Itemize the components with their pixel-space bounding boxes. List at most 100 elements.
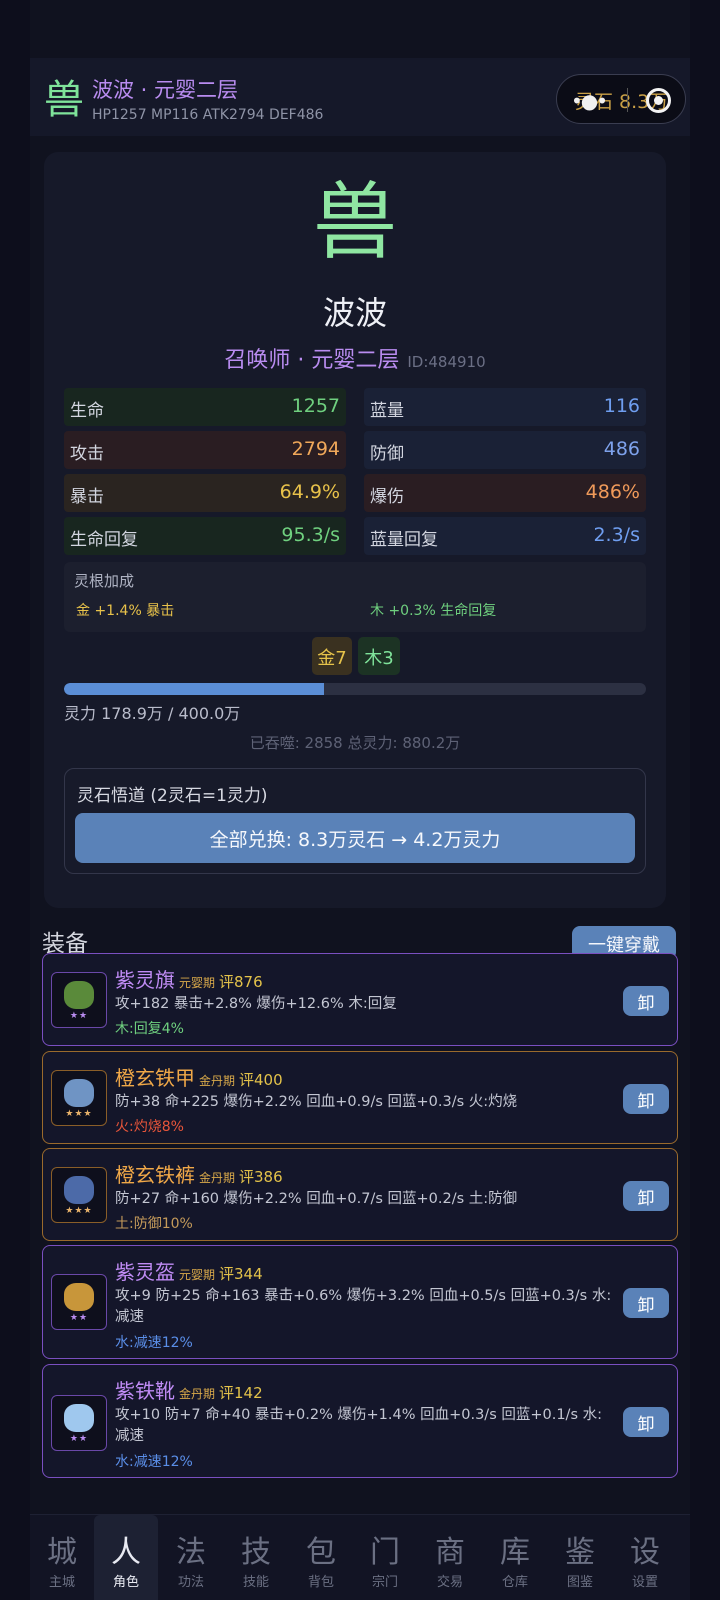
stat-label: 蓝量回复 — [370, 530, 438, 550]
nav-item-character[interactable]: 人 角色 — [94, 1515, 158, 1600]
equipment-score: 评400 — [239, 1071, 283, 1089]
flag-icon — [64, 981, 94, 1009]
equipment-score: 评876 — [219, 973, 263, 991]
character-class: 召唤师 · 元婴二层 — [224, 348, 400, 373]
leg-armor-icon — [64, 1176, 94, 1204]
unequip-button[interactable]: 卸 — [623, 1288, 669, 1318]
star-rating: ★★ — [69, 1313, 89, 1323]
star-rating: ★★ — [69, 1434, 89, 1444]
equipment-item[interactable]: ★★ 紫灵旗 元婴期 评876 攻+182 暴击+2.8% 爆伤+12.6% 木:回… — [42, 953, 678, 1046]
stat-value: 486 — [603, 438, 640, 460]
app-root: 兽 波波 · 元婴二层 HP1257 MP116 ATK2794 DEF486 … — [30, 0, 690, 1600]
stat-value: 2.3/s — [593, 524, 640, 546]
stat-defense: 防御 486 — [364, 431, 646, 469]
nav-item-sect[interactable]: 门 宗门 — [353, 1515, 417, 1600]
equipment-item[interactable]: ★★★ 橙玄铁裤 金丹期 评386 防+27 命+160 爆伤+2.2% 回血+0.… — [42, 1148, 678, 1241]
equipment-icon: ★★ — [51, 972, 107, 1028]
unequip-button[interactable]: 卸 — [623, 986, 669, 1016]
equipment-name: 橙玄铁甲 — [115, 1066, 195, 1090]
equipment-name-row: 橙玄铁甲 金丹期 评400 — [115, 1062, 283, 1091]
nav-label: 功法 — [177, 1575, 204, 1590]
unequip-button[interactable]: 卸 — [623, 1084, 669, 1114]
stat-label: 攻击 — [70, 444, 104, 464]
equipment-score: 评386 — [239, 1168, 283, 1186]
stat-label: 爆伤 — [370, 487, 404, 507]
equipment-score: 评142 — [219, 1384, 263, 1402]
equipment-name: 紫铁靴 — [115, 1379, 175, 1403]
wood-root-badge: 木3 — [358, 637, 400, 675]
spirit-power-text: 灵力 178.9万 / 400.0万 — [64, 704, 241, 723]
close-icon[interactable] — [646, 88, 671, 113]
stat-value: 1257 — [291, 395, 340, 417]
equipment-item[interactable]: ★★★ 橙玄铁甲 金丹期 评400 防+38 命+225 爆伤+2.2% 回血+0.… — [42, 1051, 678, 1144]
equipment-tier: 元婴期 — [179, 1268, 216, 1282]
star-rating: ★★★ — [65, 1206, 93, 1216]
spirit-root-bonus-panel: 灵根加成 金 +1.4% 暴击 木 +0.3% 生命回复 — [64, 562, 646, 632]
equipment-tier: 元婴期 — [179, 976, 216, 990]
nav-label: 背包 — [307, 1575, 334, 1590]
unequip-button[interactable]: 卸 — [623, 1407, 669, 1437]
stat-value: 486% — [585, 481, 640, 503]
stone-conversion-panel: 灵石悟道 (2灵石=1灵力) 全部兑换: 8.3万灵石 → 4.2万灵力 — [64, 768, 646, 874]
top-bar: 兽 波波 · 元婴二层 HP1257 MP116 ATK2794 DEF486 … — [30, 58, 690, 136]
nav-item-skills[interactable]: 技 技能 — [224, 1515, 288, 1600]
spirit-power-progress-bar — [64, 683, 646, 695]
conversion-title: 灵石悟道 (2灵石=1灵力) — [77, 786, 268, 806]
equipment-icon: ★★★ — [51, 1070, 107, 1126]
equipment-effect: 火:灼烧8% — [115, 1119, 184, 1135]
gate-icon: 门 — [370, 1535, 400, 1570]
equipment-name: 紫灵盔 — [115, 1260, 175, 1284]
bottom-nav: 城 主城 人 角色 法 功法 技 技能 包 背包 门 宗门 商 交易 库 仓库 — [30, 1514, 690, 1600]
equipment-effect: 水:减速12% — [115, 1454, 193, 1470]
nav-item-settings[interactable]: 设 设置 — [613, 1515, 677, 1600]
nav-item-warehouse[interactable]: 库 仓库 — [483, 1515, 547, 1600]
stat-crit-damage: 爆伤 486% — [364, 474, 646, 512]
skill-icon: 技 — [241, 1535, 271, 1570]
equipment-attributes: 攻+9 防+25 命+163 暴击+0.6% 爆伤+3.2% 回血+0.5/s … — [115, 1288, 612, 1325]
equipment-attributes: 攻+182 暴击+2.8% 爆伤+12.6% 木:回复 — [115, 996, 397, 1012]
equipment-item[interactable]: ★★ 紫铁靴 金丹期 评142 攻+10 防+7 命+40 暴击+0.2% 爆伤+1… — [42, 1364, 678, 1478]
equipment-effect: 水:减速12% — [115, 1335, 193, 1351]
city-icon: 城 — [47, 1535, 77, 1570]
helmet-icon — [64, 1283, 94, 1311]
method-icon: 法 — [176, 1535, 206, 1570]
nav-label: 图鉴 — [566, 1575, 593, 1590]
equipment-tier: 金丹期 — [199, 1074, 236, 1088]
equipment-tier: 金丹期 — [179, 1387, 216, 1401]
equipment-attributes: 防+27 命+160 爆伤+2.2% 回血+0.7/s 回蓝+0.2/s 土:防… — [115, 1191, 518, 1207]
equipment-score: 评344 — [219, 1265, 263, 1283]
wood-root-bonus: 木 +0.3% 生命回复 — [370, 603, 497, 619]
gold-root-badge: 金7 — [312, 637, 352, 675]
convert-all-button[interactable]: 全部兑换: 8.3万灵石 → 4.2万灵力 — [75, 813, 635, 863]
nav-label: 交易 — [436, 1575, 463, 1590]
bag-icon: 包 — [306, 1535, 336, 1570]
stat-label: 蓝量 — [370, 401, 404, 421]
miniprogram-capsule[interactable]: 灵石 8.3万 •●• — [556, 74, 686, 124]
equipment-name-row: 紫铁靴 金丹期 评142 — [115, 1375, 263, 1404]
more-icon[interactable]: •●• — [571, 89, 608, 113]
stat-value: 95.3/s — [281, 524, 340, 546]
stat-label: 生命 — [70, 401, 104, 421]
nav-item-codex[interactable]: 鉴 图鉴 — [548, 1515, 612, 1600]
nav-item-cultivation[interactable]: 法 功法 — [159, 1515, 223, 1600]
nav-item-bag[interactable]: 包 背包 — [289, 1515, 353, 1600]
nav-label: 技能 — [242, 1575, 269, 1590]
stat-attack: 攻击 2794 — [64, 431, 346, 469]
stat-value: 116 — [603, 395, 640, 417]
stat-label: 防御 — [370, 444, 404, 464]
equipment-name-row: 紫灵盔 元婴期 评344 — [115, 1256, 263, 1285]
stat-label: 生命回复 — [70, 530, 138, 550]
spirit-power-progress-fill — [64, 683, 325, 695]
unequip-button[interactable]: 卸 — [623, 1181, 669, 1211]
warehouse-icon: 库 — [500, 1535, 530, 1570]
nav-label: 宗门 — [371, 1575, 398, 1590]
nav-item-trade[interactable]: 商 交易 — [418, 1515, 482, 1600]
equipment-item[interactable]: ★★ 紫灵盔 元婴期 评344 攻+9 防+25 命+163 暴击+0.6% 爆伤+… — [42, 1245, 678, 1359]
character-name: 波波 — [322, 294, 387, 332]
equipment-name: 紫灵旗 — [115, 968, 175, 992]
stat-mp-regen: 蓝量回复 2.3/s — [364, 517, 646, 555]
nav-item-main-city[interactable]: 城 主城 — [30, 1515, 94, 1600]
spirit-root-title: 灵根加成 — [74, 572, 135, 590]
gold-root-bonus: 金 +1.4% 暴击 — [76, 603, 175, 619]
equipment-name-row: 紫灵旗 元婴期 评876 — [115, 964, 263, 993]
